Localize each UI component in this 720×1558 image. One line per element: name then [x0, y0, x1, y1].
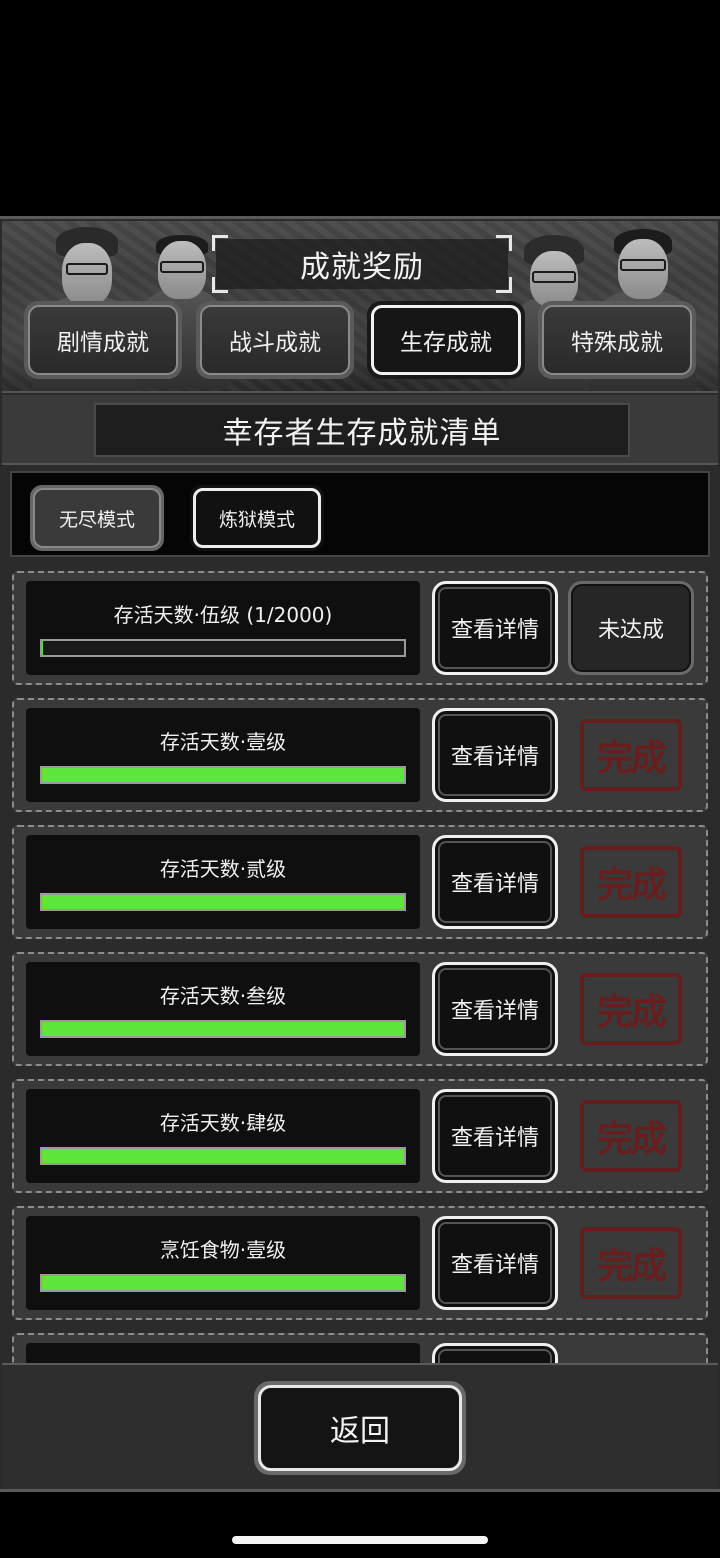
tab-combat-label: 战斗成就	[200, 305, 350, 375]
view-detail-button[interactable]: 查看详情	[432, 581, 558, 675]
achievement-info: 存活天数·伍级 (1/2000)	[26, 581, 420, 675]
progress-fill	[42, 768, 404, 782]
achievement-info	[26, 1343, 420, 1363]
progress-bar	[40, 1274, 406, 1292]
category-tabs: 剧情成就 战斗成就 生存成就 特殊成就	[24, 301, 704, 379]
completed-stamp-text: 完成	[580, 719, 682, 791]
endless-mode-button[interactable]: 无尽模式	[30, 485, 164, 551]
completed-stamp: 完成	[568, 1216, 694, 1310]
tab-special[interactable]: 特殊成就	[538, 301, 696, 379]
tab-survival-label: 生存成就	[371, 305, 521, 375]
achievement-info: 存活天数·贰级	[26, 835, 420, 929]
achievement-row: 存活天数·贰级 查看详情 完成	[12, 825, 708, 939]
achievement-row	[12, 1333, 708, 1363]
completed-stamp: 完成	[568, 835, 694, 929]
progress-bar	[40, 639, 406, 657]
achievement-info: 存活天数·叁级	[26, 962, 420, 1056]
achievement-row: 存活天数·肆级 查看详情 完成	[12, 1079, 708, 1193]
achievement-name: 烹饪食物·壹级	[159, 1238, 287, 1262]
progress-bar	[40, 766, 406, 784]
list-title-bar: 幸存者生存成就清单	[2, 395, 718, 465]
achievement-row: 存活天数·伍级 (1/2000) 查看详情 未达成	[12, 571, 708, 685]
progress-bar	[40, 1147, 406, 1165]
inferno-mode-label: 炼狱模式	[193, 488, 321, 548]
view-detail-button[interactable]	[432, 1343, 558, 1363]
endless-mode-label: 无尽模式	[33, 488, 161, 548]
completed-stamp-text: 完成	[580, 846, 682, 918]
home-indicator[interactable]	[232, 1536, 488, 1544]
title-frame: 成就奖励	[212, 235, 512, 293]
footer-bar: 返回	[2, 1363, 718, 1489]
achievement-name: 存活天数·壹级	[159, 730, 287, 754]
not-achieved-button[interactable]: 未达成	[568, 581, 694, 675]
achievement-info: 烹饪食物·壹级	[26, 1216, 420, 1310]
achievement-name: 存活天数·伍级 (1/2000)	[113, 603, 333, 627]
achievement-info: 存活天数·肆级	[26, 1089, 420, 1183]
achievement-info: 存活天数·壹级	[26, 708, 420, 802]
back-button[interactable]: 返回	[254, 1381, 466, 1475]
back-button-label: 返回	[258, 1385, 462, 1471]
view-detail-button[interactable]: 查看详情	[432, 835, 558, 929]
completed-stamp-text: 完成	[580, 973, 682, 1045]
view-detail-button[interactable]: 查看详情	[432, 1216, 558, 1310]
tab-story-label: 剧情成就	[28, 305, 178, 375]
achievement-row: 存活天数·叁级 查看详情 完成	[12, 952, 708, 1066]
completed-stamp-text: 完成	[580, 1100, 682, 1172]
view-detail-button[interactable]: 查看详情	[432, 708, 558, 802]
progress-fill	[42, 1022, 404, 1036]
progress-bar	[40, 1020, 406, 1038]
achievement-name: 存活天数·贰级	[159, 857, 287, 881]
list-title: 幸存者生存成就清单	[94, 403, 630, 457]
completed-stamp: 完成	[568, 708, 694, 802]
achievement-row: 烹饪食物·壹级 查看详情 完成	[12, 1206, 708, 1320]
tab-special-label: 特殊成就	[542, 305, 692, 375]
page-title: 成就奖励	[216, 239, 508, 289]
tab-survival[interactable]: 生存成就	[367, 301, 525, 379]
tab-story[interactable]: 剧情成就	[24, 301, 182, 379]
tab-combat[interactable]: 战斗成就	[196, 301, 354, 379]
completed-stamp: 完成	[568, 1089, 694, 1183]
achievement-name: 存活天数·肆级	[159, 1111, 287, 1135]
achievement-row: 存活天数·壹级 查看详情 完成	[12, 698, 708, 812]
progress-bar	[40, 893, 406, 911]
achievement-panel: 成就奖励 剧情成就 战斗成就 生存成就 特殊成就 幸存者生存成就清单 无尽模式 …	[0, 216, 720, 1492]
progress-fill	[42, 1276, 404, 1290]
view-detail-button[interactable]: 查看详情	[432, 1089, 558, 1183]
completed-stamp: 完成	[568, 962, 694, 1056]
view-detail-button[interactable]: 查看详情	[432, 962, 558, 1056]
mode-selector: 无尽模式 炼狱模式	[10, 471, 710, 557]
header-banner: 成就奖励 剧情成就 战斗成就 生存成就 特殊成就	[2, 221, 718, 393]
inferno-mode-button[interactable]: 炼狱模式	[190, 485, 324, 551]
achievement-name: 存活天数·叁级	[159, 984, 287, 1008]
completed-stamp-text: 完成	[580, 1227, 682, 1299]
progress-fill	[42, 1149, 404, 1163]
progress-fill	[42, 895, 404, 909]
achievement-list[interactable]: 存活天数·伍级 (1/2000) 查看详情 未达成 存活天数·壹级 查看详情 完…	[0, 571, 720, 1363]
